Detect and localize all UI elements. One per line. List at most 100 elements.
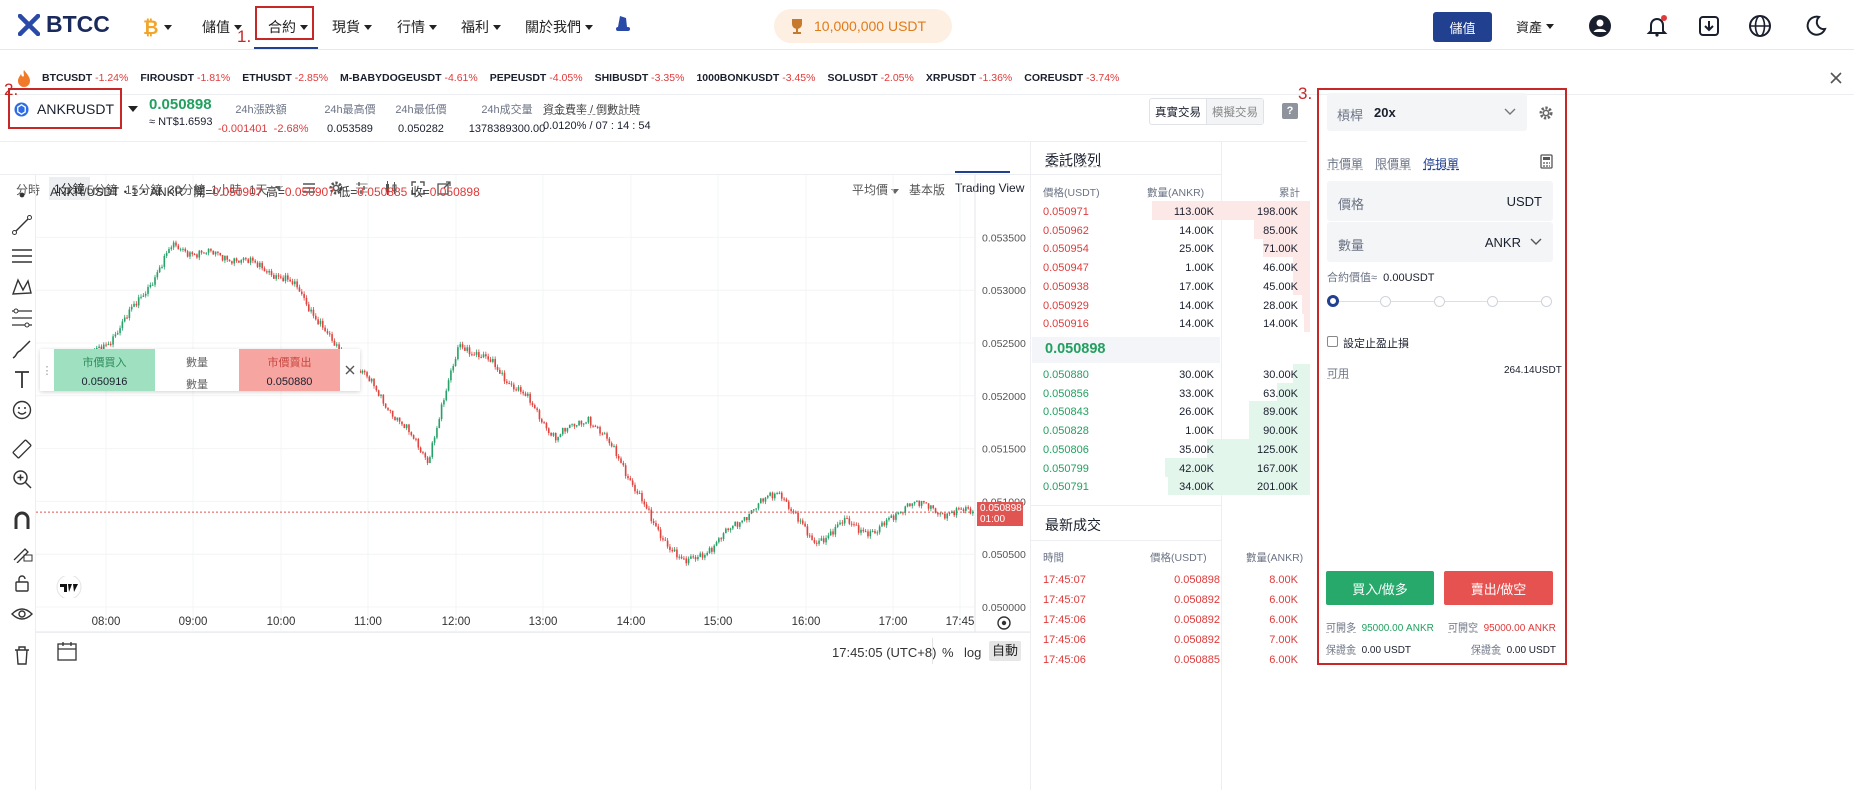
emoji-icon[interactable] <box>11 399 33 421</box>
nav-about[interactable]: 關於我們 <box>525 17 593 37</box>
ticker-item[interactable]: FIROUSDT -1.81% <box>140 72 230 84</box>
ask-row[interactable]: 0.050947 1.00K 46.00K <box>1032 257 1310 277</box>
ticker-item[interactable]: M-BABYDOGEUSDT -4.61% <box>340 72 478 84</box>
dark-mode-icon[interactable] <box>1804 14 1828 38</box>
bell-icon[interactable] <box>1645 14 1669 38</box>
ask-row[interactable]: 0.050929 14.00K 28.00K <box>1032 294 1310 314</box>
widget-close-icon[interactable] <box>340 349 360 391</box>
candle-body <box>575 425 578 427</box>
text-tool-icon[interactable] <box>11 368 33 390</box>
market-buy-button[interactable]: 市價買入 0.050916 <box>54 349 155 391</box>
trendline-icon[interactable] <box>11 214 33 236</box>
download-icon[interactable] <box>1697 14 1721 38</box>
chart-settings-icon[interactable] <box>995 614 1013 632</box>
ticker-item[interactable]: COREUSDT -3.74% <box>1024 72 1119 84</box>
slider-step[interactable] <box>1434 296 1445 307</box>
bid-row[interactable]: 0.050806 35.00K 125.00K <box>1032 438 1310 458</box>
globe-icon[interactable] <box>1748 14 1772 38</box>
funding-label[interactable]: 資金費率 / 倒數計時 <box>543 101 640 117</box>
deposit-button[interactable]: 儲值 <box>1433 12 1492 42</box>
leverage-selector[interactable]: 槓桿 20x <box>1327 93 1527 131</box>
ask-row[interactable]: 0.050916 14.00K 14.00K <box>1032 313 1310 333</box>
candle-body <box>867 531 869 537</box>
close-icon[interactable] <box>1830 72 1842 84</box>
eye-icon[interactable] <box>11 603 33 625</box>
nav-spot[interactable]: 現貨 <box>332 17 372 37</box>
calculator-icon[interactable] <box>1540 154 1553 169</box>
hat-icon[interactable] <box>614 13 632 35</box>
ruler-icon[interactable] <box>11 438 33 460</box>
nav-market[interactable]: 行情 <box>397 17 437 37</box>
ask-row[interactable]: 0.050938 17.00K 45.00K <box>1032 275 1310 295</box>
real-trading-tab[interactable]: 真實交易 <box>1150 99 1207 124</box>
assets-menu[interactable]: 資產 <box>1516 17 1555 36</box>
sell-short-button[interactable]: 賣出/做空 <box>1444 571 1553 605</box>
bid-row[interactable]: 0.050791 34.00K 201.00K <box>1032 476 1310 496</box>
help-icon[interactable]: ? <box>1282 103 1298 119</box>
auto-scale-toggle[interactable]: 自動 <box>989 641 1021 661</box>
quantity-display[interactable]: 數量 數量 <box>155 349 239 391</box>
drag-handle-icon[interactable]: ⋮ <box>40 349 54 391</box>
percent-scale-toggle[interactable]: % <box>942 645 954 660</box>
ticker-change: -2.05% <box>880 71 914 84</box>
promo-banner[interactable]: 10,000,000 USDT <box>774 9 952 43</box>
tpsl-checkbox[interactable] <box>1327 336 1338 347</box>
bid-row[interactable]: 0.050856 33.00K 63.00K <box>1032 382 1310 402</box>
pattern-icon[interactable] <box>11 276 33 298</box>
slider-step[interactable] <box>1541 296 1552 307</box>
price-field[interactable]: 價格 USDT <box>1327 181 1553 221</box>
candle-body <box>631 480 634 485</box>
lock-icon[interactable] <box>11 572 33 594</box>
bid-row[interactable]: 0.050828 1.00K 90.00K <box>1032 420 1310 440</box>
slider-step[interactable] <box>1380 296 1391 307</box>
ask-row[interactable]: 0.050971 113.00K 198.00K <box>1032 201 1310 220</box>
nav-deposit[interactable]: 儲值 <box>202 17 242 37</box>
ticker-item[interactable]: SHIBUSDT -3.35% <box>595 72 685 84</box>
ticker-change: -3.35% <box>651 71 685 84</box>
ticker-item[interactable]: 1000BONKUSDT -3.45% <box>696 72 815 84</box>
tab-limit-order[interactable]: 限價單 <box>1375 155 1411 172</box>
ticker-item[interactable]: ETHUSDT -2.85% <box>242 72 328 84</box>
fib-retracement-icon[interactable] <box>11 307 33 329</box>
bid-row[interactable]: 0.050799 42.00K 167.00K <box>1032 457 1310 477</box>
ticker-item[interactable]: BTCUSDT -1.24% <box>42 72 128 84</box>
brush-icon[interactable] <box>11 338 33 360</box>
btcc-logo[interactable]: BTCC <box>18 11 110 38</box>
tab-market-order[interactable]: 市價單 <box>1327 155 1363 172</box>
bitcoin-menu[interactable]: ₿ <box>142 17 172 37</box>
symbol-selector[interactable]: ANKRUSDT <box>14 101 139 117</box>
crosshair-icon[interactable] <box>11 184 33 206</box>
ticker-item[interactable]: XRPUSDT -1.36% <box>926 72 1012 84</box>
nav-rewards[interactable]: 福利 <box>461 17 501 37</box>
ask-row[interactable]: 0.050962 14.00K 85.00K <box>1032 219 1310 239</box>
candle-body <box>461 344 464 348</box>
bid-cum: 201.00K <box>1257 481 1298 494</box>
candle-body <box>331 334 333 341</box>
log-scale-toggle[interactable]: log <box>964 645 981 660</box>
price-field-label: 價格 <box>1338 197 1365 212</box>
ask-row[interactable]: 0.050954 25.00K 71.00K <box>1032 238 1310 258</box>
magnet-icon[interactable] <box>11 510 33 532</box>
tab-stop-order[interactable]: 停損單 <box>1423 155 1459 172</box>
orderbook-title[interactable]: 委託隊列 <box>1045 150 1101 170</box>
ticker-item[interactable]: PEPEUSDT -4.05% <box>490 72 583 84</box>
lock-drawing-icon[interactable] <box>11 541 33 563</box>
buy-long-button[interactable]: 買入/做多 <box>1326 571 1434 605</box>
slider-handle[interactable] <box>1327 295 1339 307</box>
trash-icon[interactable] <box>11 644 33 666</box>
ticker-item[interactable]: SOLUSDT -2.05% <box>828 72 914 84</box>
order-settings-icon[interactable] <box>1538 105 1554 121</box>
bid-row[interactable]: 0.050843 26.00K 89.00K <box>1032 401 1310 421</box>
bid-row[interactable]: 0.050880 30.00K 30.00K <box>1032 364 1310 383</box>
quantity-field[interactable]: 數量 ANKR <box>1327 222 1553 262</box>
ankr-coin-icon <box>14 101 29 117</box>
candle-body <box>536 408 538 411</box>
candle-body <box>422 452 424 454</box>
zoom-in-icon[interactable] <box>11 468 33 490</box>
user-icon[interactable] <box>1588 14 1612 38</box>
market-sell-button[interactable]: 市價賣出 0.050880 <box>239 349 340 391</box>
demo-trading-tab[interactable]: 模擬交易 <box>1207 99 1263 124</box>
parallel-lines-icon[interactable] <box>11 245 33 267</box>
price-chart[interactable]: 0.053500 0.053000 0.052500 0.052000 0.051500… <box>36 175 1030 790</box>
slider-step[interactable] <box>1487 296 1498 307</box>
